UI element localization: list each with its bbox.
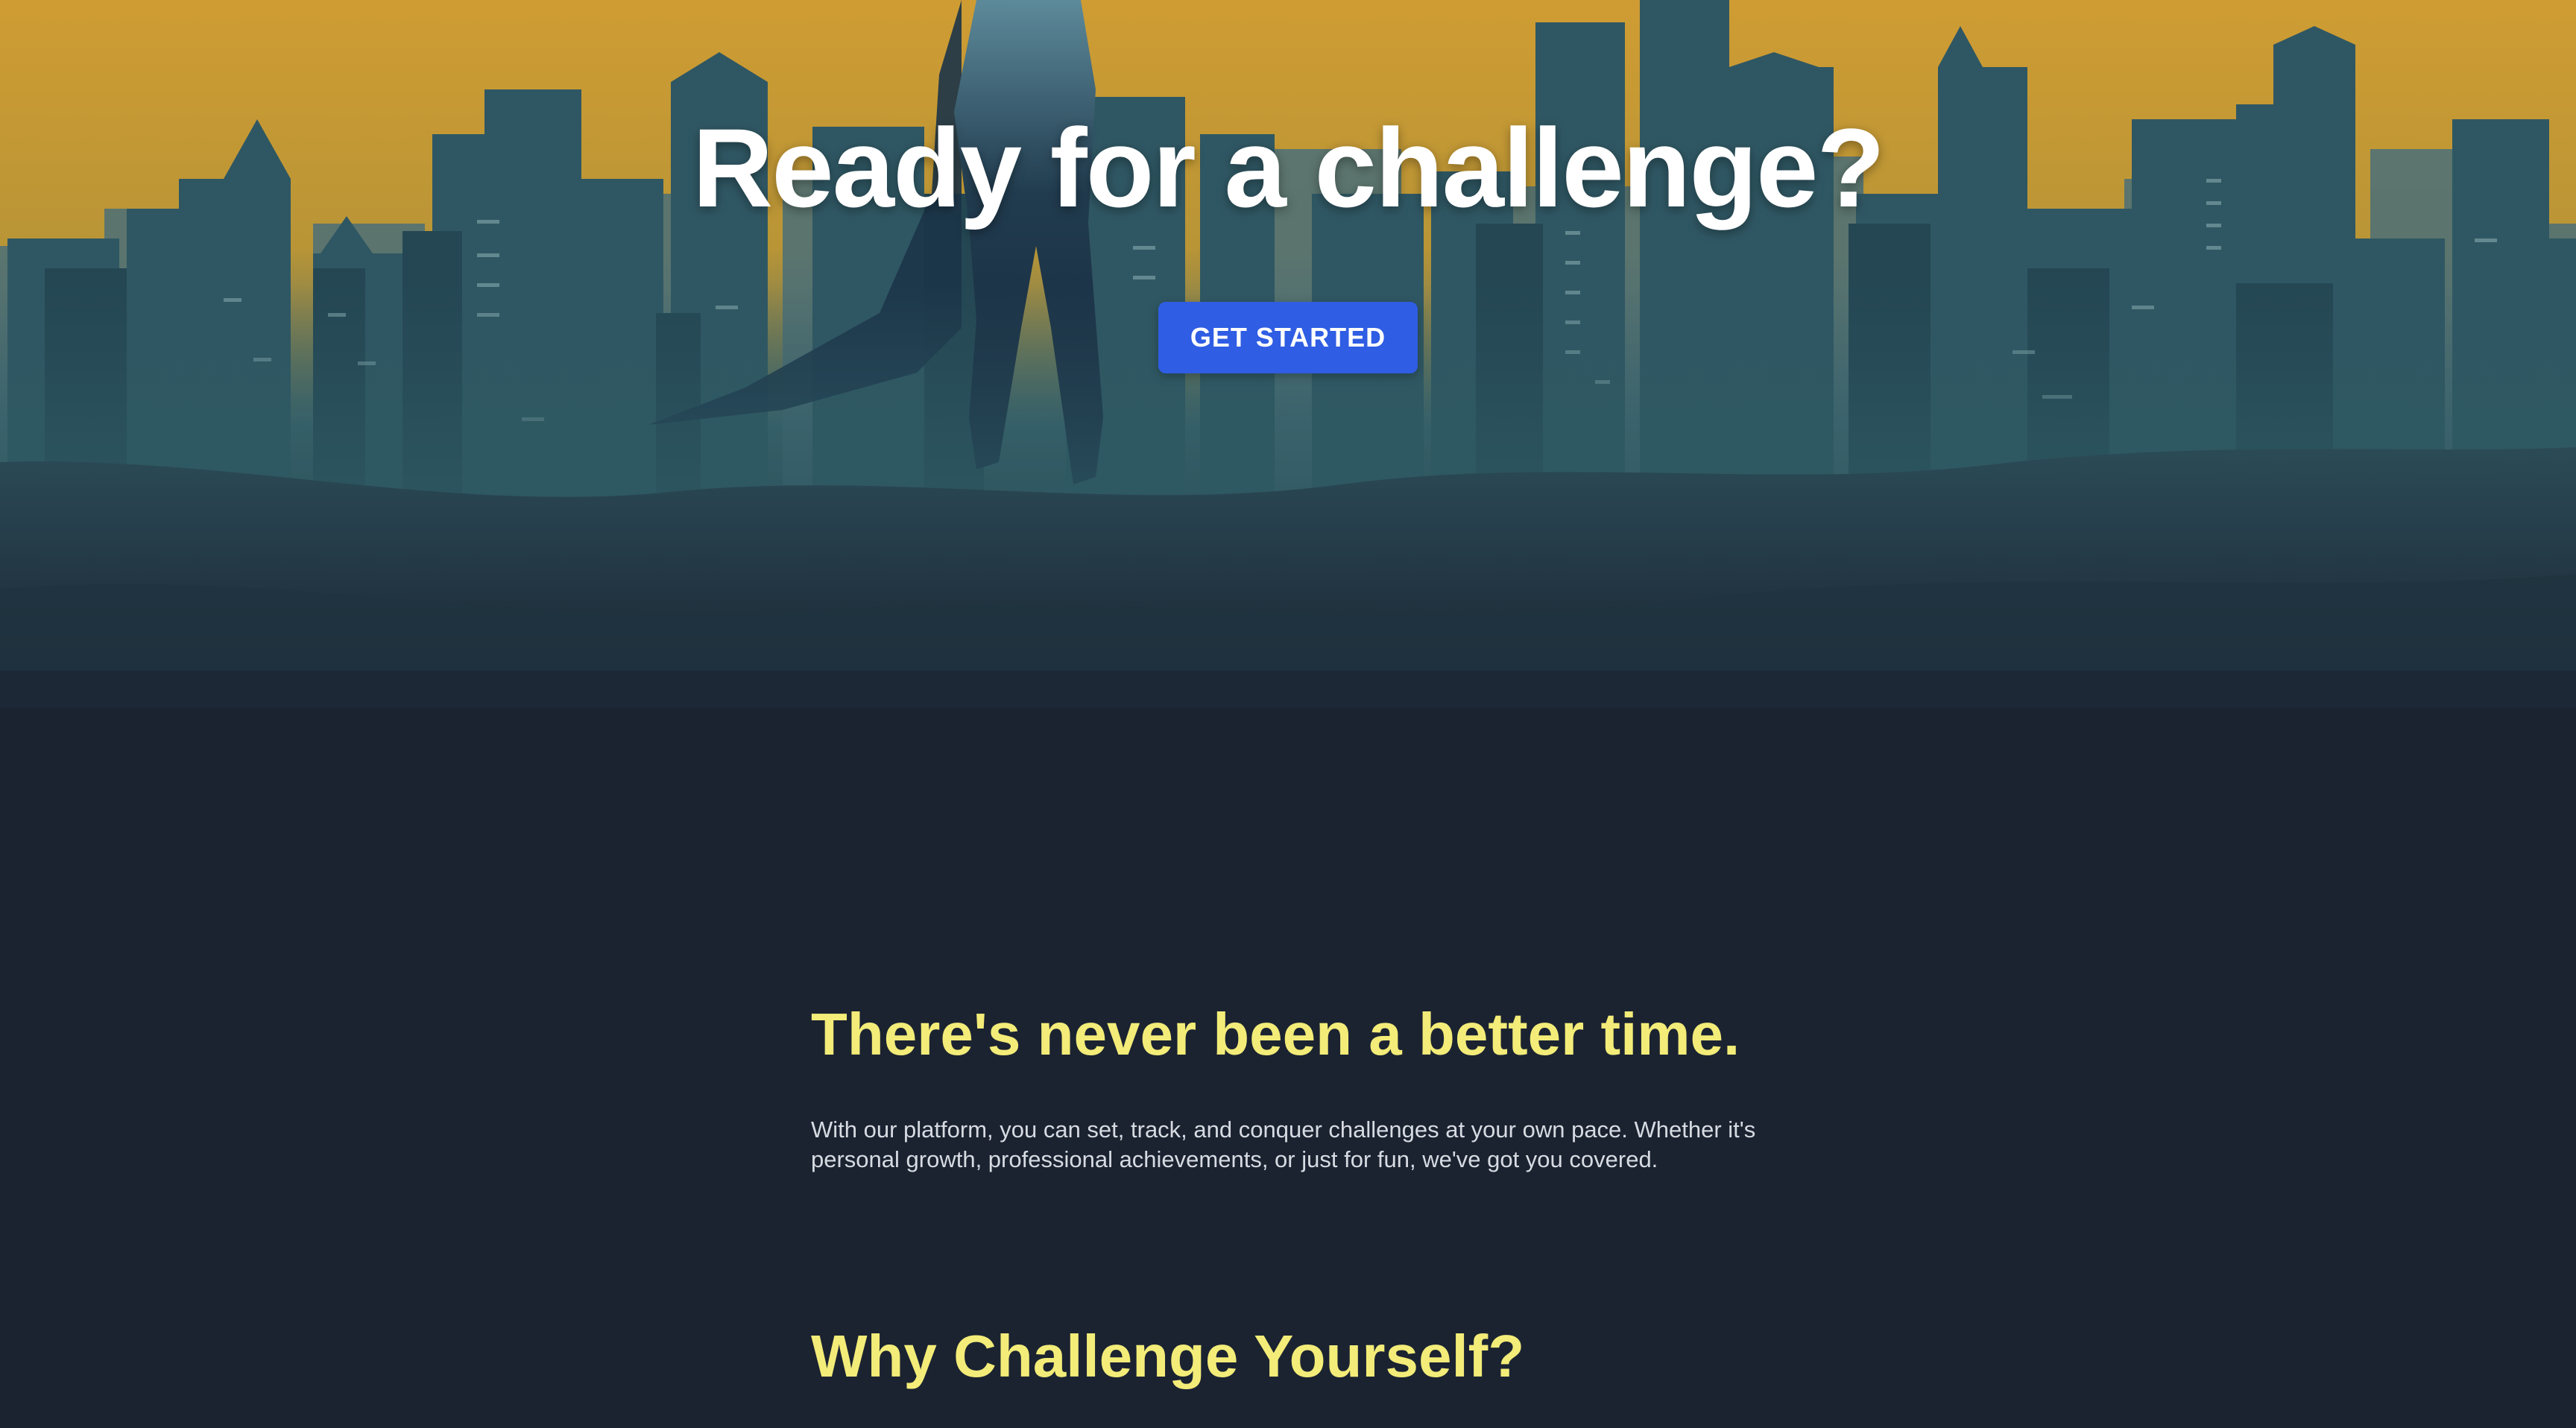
get-started-button[interactable]: GET STARTED [1158, 302, 1418, 373]
section-heading-better-time: There's never been a better time. [811, 1001, 1740, 1067]
hero-title: Ready for a challenge? [692, 105, 1885, 230]
section-body-text: With our platform, you can set, track, a… [811, 1116, 1756, 1172]
section-heading-why-challenge: Why Challenge Yourself? [811, 1323, 1525, 1389]
hero-banner: Ready for a challenge? GET STARTED [0, 0, 2576, 708]
landing-page: Ready for a challenge? GET STARTED There… [0, 0, 2576, 1428]
